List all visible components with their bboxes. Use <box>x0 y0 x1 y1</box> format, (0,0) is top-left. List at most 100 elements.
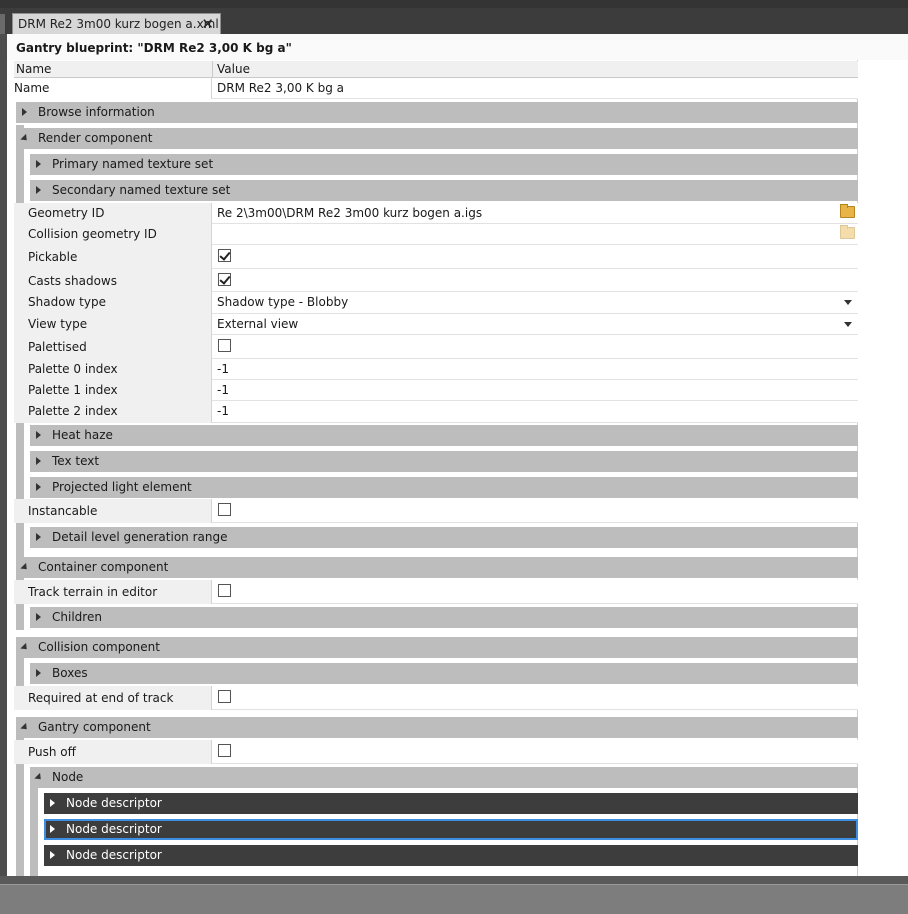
group-boxes[interactable]: Boxes <box>30 663 858 684</box>
property-value: -1 <box>217 383 229 397</box>
property-row-palette-2-index[interactable]: Palette 2 index -1 <box>14 401 858 423</box>
scroll-area[interactable] <box>857 60 908 876</box>
expand-icon[interactable] <box>36 613 41 621</box>
property-row-required-end-of-track[interactable]: Required at end of track <box>14 686 858 710</box>
expand-icon[interactable] <box>36 160 41 168</box>
group-label: Node descriptor <box>66 848 162 862</box>
property-label: Shadow type <box>28 295 106 309</box>
expand-icon[interactable] <box>36 431 41 439</box>
expand-icon[interactable] <box>36 533 41 541</box>
group-gantry-component[interactable]: Gantry component <box>16 717 858 738</box>
property-label: Name <box>14 81 50 95</box>
collapse-icon[interactable] <box>20 562 30 573</box>
group-label: Boxes <box>52 666 88 680</box>
expand-icon[interactable] <box>22 108 27 116</box>
required-end-checkbox[interactable] <box>218 690 231 703</box>
property-row-pickable[interactable]: Pickable <box>14 245 858 269</box>
expand-icon[interactable] <box>36 669 41 677</box>
folder-open-icon[interactable] <box>840 204 855 218</box>
group-label: Node descriptor <box>66 796 162 810</box>
property-label-cell: Track terrain in editor <box>14 580 212 604</box>
collapse-icon[interactable] <box>20 133 30 144</box>
property-row-instancable[interactable]: Instancable <box>14 499 858 523</box>
property-value-cell <box>212 245 858 269</box>
group-render-component[interactable]: Render component <box>16 128 858 149</box>
group-node-descriptor[interactable]: Node descriptor <box>44 793 858 814</box>
group-node-descriptor[interactable]: Node descriptor <box>44 819 858 840</box>
property-row-casts-shadows[interactable]: Casts shadows <box>14 269 858 292</box>
property-value-cell[interactable]: DRM Re2 3,00 K bg a <box>212 78 858 99</box>
collapse-icon[interactable] <box>34 772 44 783</box>
push-off-checkbox[interactable] <box>218 744 231 757</box>
group-container-component[interactable]: Container component <box>16 557 858 578</box>
document-tab[interactable]: DRM Re2 3m00 kurz bogen a.xml ✕ <box>12 13 221 34</box>
property-row-palettised[interactable]: Palettised <box>14 335 858 359</box>
property-row-palette-1-index[interactable]: Palette 1 index -1 <box>14 380 858 401</box>
expand-icon[interactable] <box>36 457 41 465</box>
property-label-cell: Palettised <box>14 335 212 359</box>
close-icon[interactable]: ✕ <box>201 15 214 33</box>
property-label: Required at end of track <box>28 691 174 705</box>
view-type-dropdown[interactable]: External view <box>212 314 858 335</box>
property-label-cell: Name <box>14 78 212 99</box>
property-grid: Name Value Name DRM Re2 3,00 K bg a Brow… <box>14 61 858 876</box>
casts-shadows-checkbox[interactable] <box>218 273 231 286</box>
property-row-push-off[interactable]: Push off <box>14 740 858 764</box>
property-label: Palette 2 index <box>28 404 118 418</box>
folder-open-icon[interactable] <box>840 225 855 239</box>
property-row-palette-0-index[interactable]: Palette 0 index -1 <box>14 359 858 380</box>
property-label-cell: Pickable <box>14 245 212 269</box>
group-children[interactable]: Children <box>30 607 858 628</box>
property-row-name[interactable]: Name DRM Re2 3,00 K bg a <box>14 78 858 99</box>
grid-header: Name Value <box>14 61 858 78</box>
chevron-down-icon[interactable] <box>844 322 852 327</box>
palette-2-index-field[interactable]: -1 <box>212 401 858 423</box>
property-label: Geometry ID <box>28 206 105 220</box>
property-label-cell: Shadow type <box>14 292 212 314</box>
track-terrain-checkbox[interactable] <box>218 584 231 597</box>
shadow-type-dropdown[interactable]: Shadow type - Blobby <box>212 292 858 314</box>
group-label: Container component <box>38 560 169 574</box>
group-label: Children <box>52 610 102 624</box>
palette-0-index-field[interactable]: -1 <box>212 359 858 380</box>
property-row-collision-geometry-id[interactable]: Collision geometry ID <box>14 224 858 245</box>
expand-icon[interactable] <box>36 186 41 194</box>
collapse-icon[interactable] <box>20 642 30 653</box>
expand-icon[interactable] <box>50 851 55 859</box>
palette-1-index-field[interactable]: -1 <box>212 380 858 401</box>
chevron-down-icon[interactable] <box>844 300 852 305</box>
column-splitter[interactable] <box>212 61 213 77</box>
expand-icon[interactable] <box>50 799 55 807</box>
group-tex-text[interactable]: Tex text <box>30 451 858 472</box>
group-node[interactable]: Node <box>30 767 858 788</box>
expand-icon[interactable] <box>50 825 55 833</box>
palettised-checkbox[interactable] <box>218 339 231 352</box>
expand-icon[interactable] <box>36 483 41 491</box>
column-header-name[interactable]: Name <box>16 62 51 76</box>
property-label-cell: Palette 1 index <box>14 380 212 401</box>
group-secondary-texture-set[interactable]: Secondary named texture set <box>30 180 858 201</box>
group-node-descriptor[interactable]: Node descriptor <box>44 845 858 866</box>
property-row-track-terrain[interactable]: Track terrain in editor <box>14 580 858 604</box>
group-primary-texture-set[interactable]: Primary named texture set <box>30 154 858 175</box>
property-label-cell: Push off <box>14 740 212 764</box>
property-label-cell: Collision geometry ID <box>14 224 212 245</box>
group-collision-component[interactable]: Collision component <box>16 637 858 658</box>
property-row-view-type[interactable]: View type External view <box>14 314 858 335</box>
group-heat-haze[interactable]: Heat haze <box>30 425 858 446</box>
property-value-cell[interactable]: Re 2\3m00\DRM Re2 3m00 kurz bogen a.igs <box>212 203 858 224</box>
collapse-icon[interactable] <box>20 722 30 733</box>
property-value-cell[interactable] <box>212 224 858 245</box>
group-detail-level-generation-range[interactable]: Detail level generation range <box>30 527 858 548</box>
property-panel: Gantry blueprint: "DRM Re2 3,00 K bg a" … <box>7 34 908 876</box>
pickable-checkbox[interactable] <box>218 249 231 262</box>
column-header-value[interactable]: Value <box>217 62 250 76</box>
property-row-shadow-type[interactable]: Shadow type Shadow type - Blobby <box>14 292 858 314</box>
property-label-cell: Palette 2 index <box>14 401 212 423</box>
group-projected-light-element[interactable]: Projected light element <box>30 477 858 498</box>
property-label: Instancable <box>28 504 98 518</box>
property-row-geometry-id[interactable]: Geometry ID Re 2\3m00\DRM Re2 3m00 kurz … <box>14 203 858 224</box>
panel-title: Gantry blueprint: "DRM Re2 3,00 K bg a" <box>16 41 292 55</box>
group-browse-information[interactable]: Browse information <box>16 102 858 123</box>
instancable-checkbox[interactable] <box>218 503 231 516</box>
